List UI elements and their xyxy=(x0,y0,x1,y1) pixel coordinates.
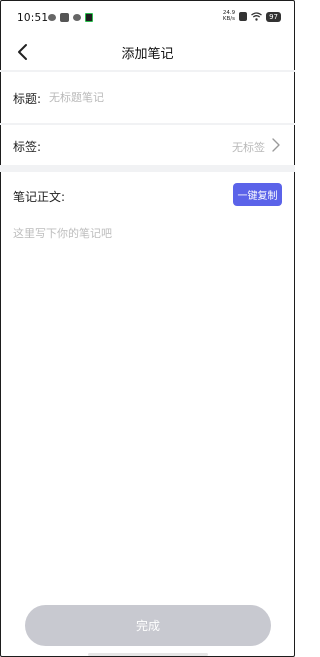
home-indicator xyxy=(88,653,208,656)
section-gap xyxy=(0,165,295,172)
title-row: 标题: xyxy=(0,72,295,124)
network-speed-unit: KB/s xyxy=(222,15,235,22)
status-bar: 10:51 24.9 KB/s 97 xyxy=(0,0,295,34)
notification-icons xyxy=(48,13,93,22)
battery-indicator: 97 xyxy=(266,11,281,22)
body-section: 笔记正文: 一键复制 xyxy=(0,172,295,592)
wifi-icon xyxy=(251,12,262,21)
title-input[interactable] xyxy=(49,91,269,104)
system-icons: 24.9 KB/s 97 xyxy=(222,10,281,22)
page-title: 添加笔记 xyxy=(121,47,174,62)
tag-row[interactable]: 标签: 无标签 xyxy=(0,125,295,165)
nav-bar: 添加笔记 xyxy=(0,34,295,70)
network-speed: 24.9 KB/s xyxy=(222,10,235,22)
wechat-icon xyxy=(48,14,56,21)
title-label: 标题: xyxy=(13,92,42,106)
tag-label: 标签: xyxy=(13,140,42,154)
nfc-icon xyxy=(239,12,248,21)
message-icon xyxy=(60,13,69,22)
copy-all-button[interactable]: 一键复制 xyxy=(233,183,282,206)
app-notification-icon xyxy=(85,13,93,22)
body-label: 笔记正文: xyxy=(13,190,66,204)
done-button[interactable]: 完成 xyxy=(25,605,271,646)
tag-value: 无标签 xyxy=(232,141,265,154)
note-body-input[interactable] xyxy=(13,225,281,525)
sync-icon xyxy=(73,14,81,21)
status-time: 10:51 xyxy=(17,12,49,24)
chevron-right-icon xyxy=(272,138,280,152)
